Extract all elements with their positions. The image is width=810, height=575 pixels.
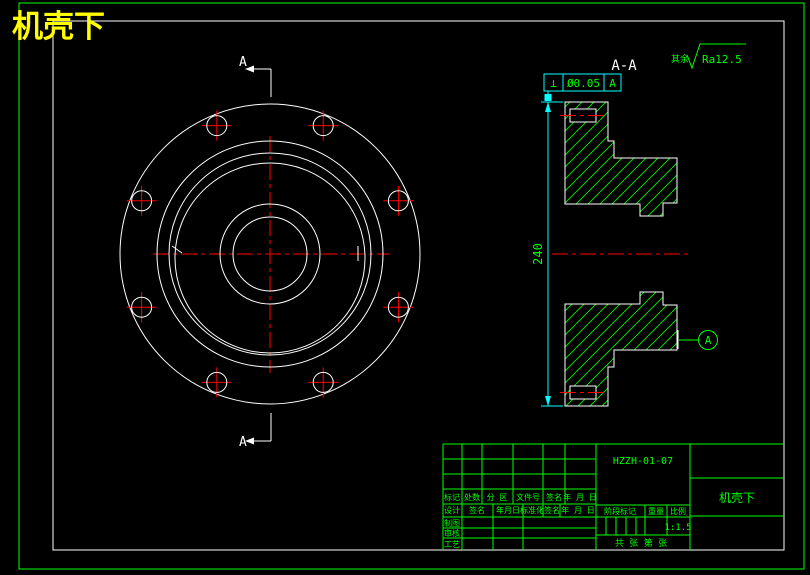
tb-header-fenqu: 分 区 xyxy=(487,493,508,502)
tb-drawing-number: HZZH-01-07 xyxy=(613,456,673,467)
tb-header-nianyueri: 年 月 日 xyxy=(563,492,597,502)
section-letter-bottom: A xyxy=(239,435,247,450)
tb-qianming2: 签名 xyxy=(469,505,485,515)
tb-zhitu: 制图 xyxy=(444,518,460,528)
tb-header-biaoji: 标记 xyxy=(444,492,460,502)
tb-part-name: 机壳下 xyxy=(719,491,755,505)
surface-note-text: 其余 xyxy=(671,53,689,65)
roughness-value: Ra12.5 xyxy=(702,53,742,66)
tb-weight: 重量 xyxy=(648,506,664,516)
tb-gongyi: 工艺 xyxy=(444,540,460,549)
tb-sheet-note: 共 张 第 张 xyxy=(615,537,667,549)
tb-scale-label: 比例 xyxy=(670,506,686,516)
fcf-datum-ref: A xyxy=(609,77,616,90)
tb-scale-value: 1:1.5 xyxy=(664,523,691,533)
tb-nianyueri2: 年月日 xyxy=(496,505,520,515)
tb-nianyueri3: 年 月 日 xyxy=(561,505,595,515)
fcf-leader-grip xyxy=(544,94,552,101)
drawing-background xyxy=(0,0,810,575)
section-letter-top: A xyxy=(239,55,247,70)
cad-canvas: 机壳下 A A A-A 其余 Ra12.5 240 ⊥ Ø0.05 A A 标记… xyxy=(0,0,810,575)
fcf-symbol: ⊥ xyxy=(550,77,557,90)
dim-240-text: 240 xyxy=(531,243,545,265)
tb-shenhe: 审核 xyxy=(444,528,460,538)
tb-header-chushu: 处数 xyxy=(464,492,480,502)
tb-header-wenjianhao: 文件号 xyxy=(516,492,540,502)
fcf-tolerance: Ø0.05 xyxy=(567,77,600,90)
tb-sheji: 设计 xyxy=(444,505,460,515)
section-view-label: A-A xyxy=(611,58,637,74)
page-title: 机壳下 xyxy=(12,9,105,45)
tb-stage-mark: 阶段标记 xyxy=(604,506,636,516)
datum-a-letter: A xyxy=(705,334,712,347)
tb-header-qianming: 签名 xyxy=(546,492,562,502)
tb-biaozhunhua: 标准化 xyxy=(520,505,544,515)
tb-qianming3: 签名 xyxy=(544,505,560,515)
